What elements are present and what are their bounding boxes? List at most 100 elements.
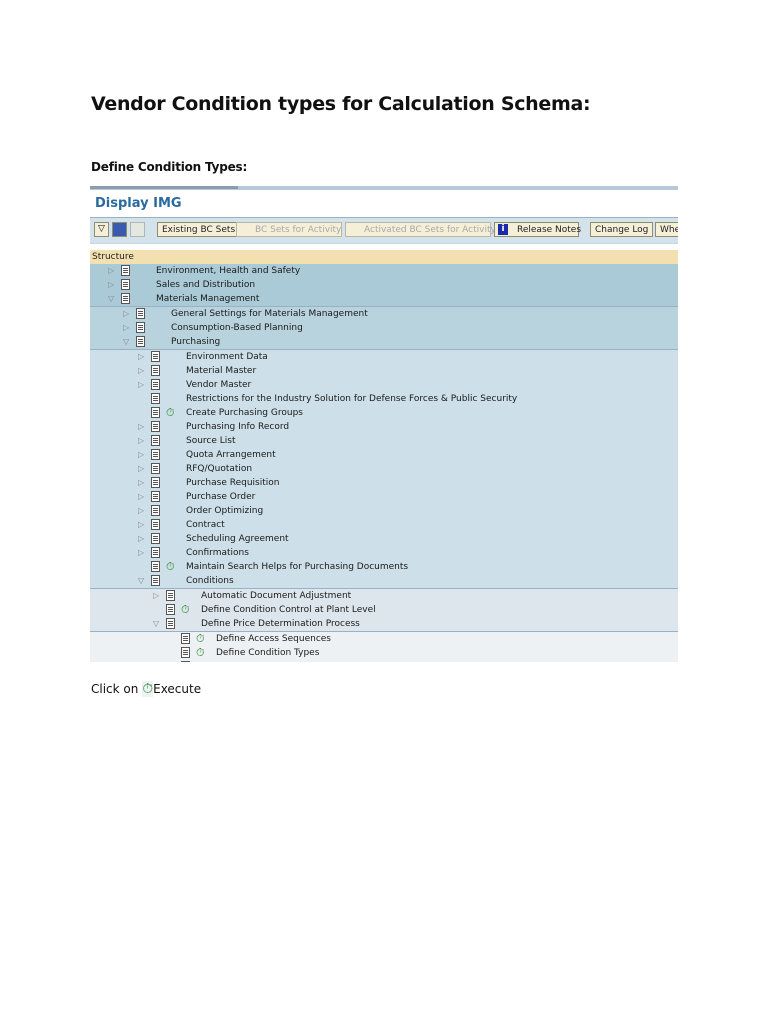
- documentation-icon[interactable]: [151, 421, 160, 432]
- documentation-icon[interactable]: [166, 618, 175, 629]
- documentation-icon[interactable]: [151, 379, 160, 390]
- documentation-icon[interactable]: [151, 491, 160, 502]
- copy-icon[interactable]: [130, 222, 145, 237]
- page-heading: Vendor Condition types for Calculation S…: [91, 93, 591, 115]
- execute-icon[interactable]: ⏱: [196, 632, 205, 646]
- tree-node[interactable]: ⏱ Define Access Sequences: [90, 632, 678, 646]
- expand-icon[interactable]: ▷: [138, 462, 144, 476]
- tree-node[interactable]: ⏱: [90, 660, 678, 662]
- documentation-icon[interactable]: [151, 477, 160, 488]
- expand-icon[interactable]: ▷: [138, 490, 144, 504]
- documentation-icon[interactable]: [151, 449, 160, 460]
- documentation-icon[interactable]: [181, 647, 190, 658]
- expand-icon[interactable]: ▷: [108, 278, 114, 292]
- tree-node[interactable]: ▷ RFQ/Quotation: [90, 462, 678, 476]
- tree-node[interactable]: ▷ Purchase Order: [90, 490, 678, 504]
- collapse-icon[interactable]: ▽: [153, 617, 159, 631]
- existing-bc-sets-button[interactable]: Existing BC Sets: [157, 222, 241, 237]
- expand-icon[interactable]: ▷: [123, 307, 129, 321]
- tree-node[interactable]: ▷ Sales and Distribution: [90, 278, 678, 292]
- expand-icon[interactable]: ▷: [138, 448, 144, 462]
- documentation-icon[interactable]: [151, 463, 160, 474]
- collapse-icon[interactable]: ▽: [108, 292, 114, 306]
- documentation-icon[interactable]: [151, 505, 160, 516]
- tree-node[interactable]: ⏱ Define Condition Control at Plant Level: [90, 603, 678, 617]
- documentation-icon[interactable]: [121, 265, 130, 276]
- collapse-icon[interactable]: ▽: [138, 574, 144, 588]
- tree-node[interactable]: ▽ Purchasing: [90, 335, 678, 349]
- expand-icon[interactable]: ▷: [138, 420, 144, 434]
- documentation-icon[interactable]: [136, 308, 145, 319]
- expand-all-icon[interactable]: ▽: [94, 222, 109, 237]
- tree-node-label: Contract: [186, 520, 225, 530]
- execute-icon[interactable]: ⏱: [181, 603, 190, 617]
- documentation-icon[interactable]: [181, 661, 190, 662]
- expand-icon[interactable]: ▷: [138, 518, 144, 532]
- tree-node[interactable]: ▷ General Settings for Materials Manageme…: [90, 307, 678, 321]
- expand-icon[interactable]: ▷: [138, 476, 144, 490]
- expand-icon[interactable]: ▷: [138, 532, 144, 546]
- collapse-icon[interactable]: ▽: [123, 335, 129, 349]
- tree-node[interactable]: ▷ Purchase Requisition: [90, 476, 678, 490]
- documentation-icon[interactable]: [151, 561, 160, 572]
- execute-icon[interactable]: ⏱: [166, 560, 175, 574]
- documentation-icon[interactable]: [151, 435, 160, 446]
- tree-node[interactable]: Restrictions for the Industry Solution f…: [90, 392, 678, 406]
- expand-icon[interactable]: ▷: [138, 434, 144, 448]
- tree-node[interactable]: ▽ Define Price Determination Process: [90, 617, 678, 631]
- tree-node[interactable]: ⏱ Define Condition Types: [90, 646, 678, 660]
- expand-icon[interactable]: ▷: [123, 321, 129, 335]
- execute-icon[interactable]: ⏱: [196, 660, 205, 662]
- tree-node[interactable]: ▷ Source List: [90, 434, 678, 448]
- tree-node[interactable]: ⏱ Maintain Search Helps for Purchasing Do…: [90, 560, 678, 574]
- execute-icon[interactable]: ⏱: [196, 646, 205, 660]
- tree-node[interactable]: ⏱ Create Purchasing Groups: [90, 406, 678, 420]
- expand-icon[interactable]: ▷: [138, 546, 144, 560]
- documentation-icon[interactable]: [181, 633, 190, 644]
- tree-node[interactable]: ▷ Automatic Document Adjustment: [90, 589, 678, 603]
- documentation-icon[interactable]: [151, 533, 160, 544]
- instruction: Click on ⏱Execute: [91, 681, 201, 697]
- tree-node[interactable]: ▷ Consumption-Based Planning: [90, 321, 678, 335]
- documentation-icon[interactable]: [151, 407, 160, 418]
- documentation-icon[interactable]: [166, 590, 175, 601]
- expand-icon[interactable]: ▷: [138, 504, 144, 518]
- documentation-icon[interactable]: [121, 293, 130, 304]
- execute-icon[interactable]: ⏱: [166, 406, 175, 420]
- tree-node-label: Purchasing Info Record: [186, 422, 290, 432]
- tree-node[interactable]: ▷ Environment Data: [90, 350, 678, 364]
- documentation-icon[interactable]: [151, 547, 160, 558]
- tree-node[interactable]: ▷ Scheduling Agreement: [90, 532, 678, 546]
- documentation-icon[interactable]: [151, 575, 160, 586]
- expand-icon[interactable]: ▷: [108, 264, 114, 278]
- bc-sets-for-activity-button[interactable]: BC Sets for Activity: [236, 222, 342, 237]
- tree-node[interactable]: ▷ Purchasing Info Record: [90, 420, 678, 434]
- where-used-button[interactable]: Whe: [655, 222, 678, 237]
- documentation-icon[interactable]: [151, 365, 160, 376]
- expand-icon[interactable]: ▷: [138, 378, 144, 392]
- expand-icon[interactable]: ▷: [138, 350, 144, 364]
- tree-node[interactable]: ▽ Materials Management: [90, 292, 678, 306]
- expand-icon[interactable]: ▷: [153, 589, 159, 603]
- tree-node[interactable]: ▷ Quota Arrangement: [90, 448, 678, 462]
- tree-node[interactable]: ▷ Contract: [90, 518, 678, 532]
- tree-node[interactable]: ▷ Confirmations: [90, 546, 678, 560]
- tree-node[interactable]: ▷ Vendor Master: [90, 378, 678, 392]
- tree-node-label: General Settings for Materials Managemen…: [171, 309, 368, 319]
- documentation-icon[interactable]: [151, 393, 160, 404]
- documentation-icon[interactable]: [121, 279, 130, 290]
- tree-node[interactable]: ▷ Environment, Health and Safety: [90, 264, 678, 278]
- documentation-icon[interactable]: [136, 322, 145, 333]
- documentation-icon[interactable]: [166, 604, 175, 615]
- activated-bc-sets-button[interactable]: Activated BC Sets for Activity: [345, 222, 496, 237]
- tree-node[interactable]: ▷ Order Optimizing: [90, 504, 678, 518]
- change-log-button[interactable]: Change Log: [590, 222, 654, 237]
- tree-node[interactable]: ▽ Conditions: [90, 574, 678, 588]
- save-icon[interactable]: [112, 222, 127, 237]
- tree-node[interactable]: ▷ Material Master: [90, 364, 678, 378]
- tree-node-label: Vendor Master: [186, 380, 252, 390]
- expand-icon[interactable]: ▷: [138, 364, 144, 378]
- documentation-icon[interactable]: [136, 336, 145, 347]
- documentation-icon[interactable]: [151, 351, 160, 362]
- documentation-icon[interactable]: [151, 519, 160, 530]
